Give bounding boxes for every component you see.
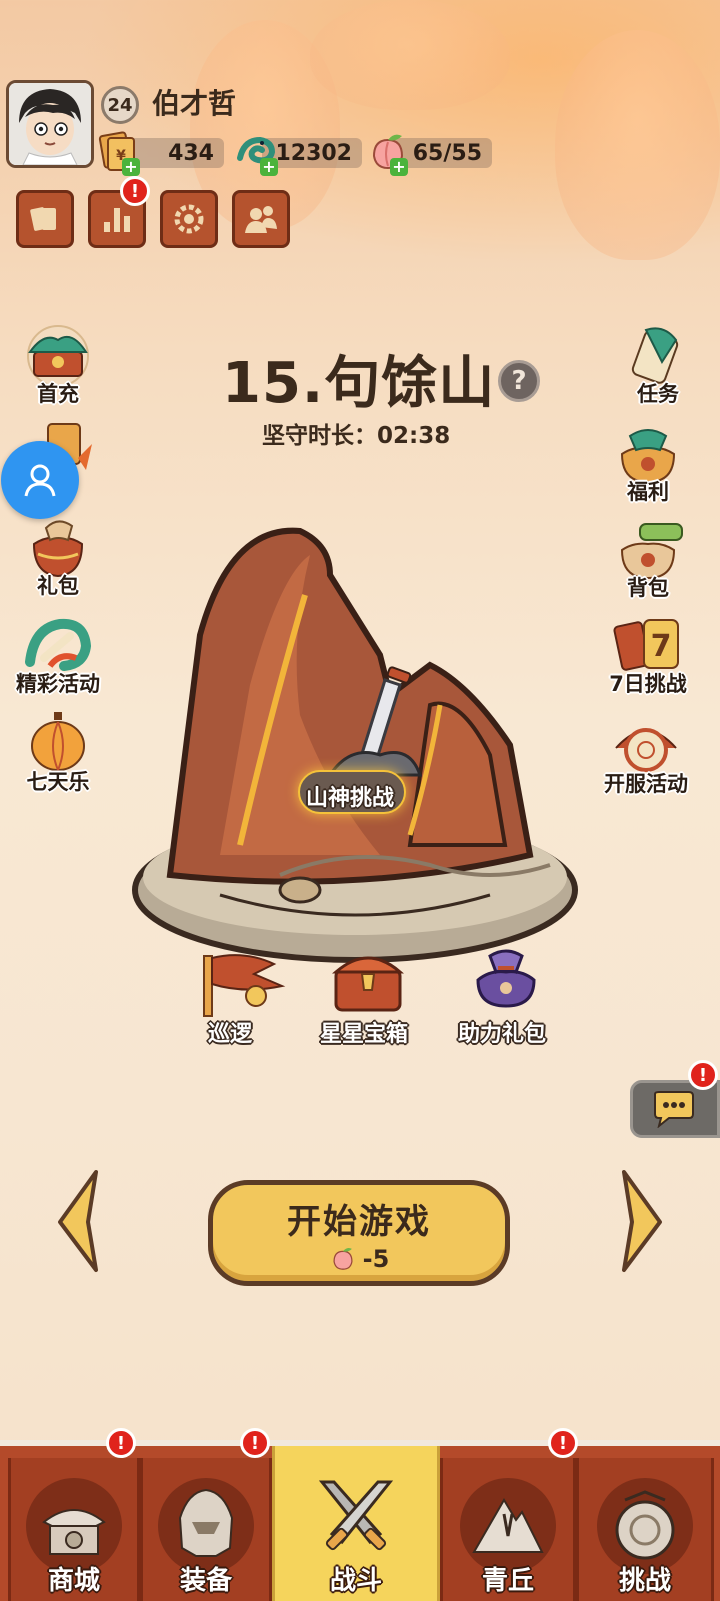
friends-icon	[245, 206, 277, 233]
qingqiu-notification-badge: !	[548, 1428, 578, 1458]
guard-time: 坚守时长：02:38	[262, 423, 451, 449]
tasks-button[interactable]: 任务	[610, 322, 706, 408]
welfare-button[interactable]: 福利	[600, 420, 696, 506]
crossed-swords-icon	[308, 1472, 404, 1568]
treasure-chest-icon	[332, 956, 404, 1012]
gift-bag-button[interactable]: 礼包	[10, 514, 106, 600]
backpack-label: 背包	[627, 576, 669, 600]
settings-button[interactable]	[160, 190, 218, 248]
first-recharge-button[interactable]: 首充	[10, 322, 106, 408]
svg-text:7: 7	[651, 629, 672, 664]
chevron-right-icon	[622, 1170, 662, 1272]
help-icon[interactable]: ?	[498, 360, 540, 402]
add-jade-icon[interactable]: +	[260, 158, 278, 176]
settings-icon	[174, 204, 204, 234]
nav-equipment[interactable]: 装备	[140, 1458, 272, 1601]
nav-battle[interactable]: 战斗	[272, 1446, 440, 1601]
mountain-challenge-label: 山神挑战	[306, 786, 395, 811]
stamina-cost-value: -5	[362, 1244, 390, 1273]
floating-user-button[interactable]	[1, 441, 79, 519]
nav-challenge[interactable]: 挑战	[576, 1458, 714, 1601]
bottom-navigation: 商城 装备 战斗 青丘 挑战 ! ! !	[0, 1428, 720, 1601]
seven-day-joy-label: 七天乐	[26, 770, 90, 794]
player-avatar[interactable]	[6, 80, 94, 168]
server-event-button[interactable]: 开服活动	[598, 712, 694, 798]
patrol-label: 巡逻	[208, 1022, 253, 1047]
nav-shop-label: 商城	[47, 1566, 100, 1596]
highlight-event-label: 精彩活动	[16, 672, 100, 696]
assist-gift-button[interactable]: 助力礼包	[454, 949, 558, 1047]
gift-bag-label: 礼包	[37, 574, 79, 598]
next-stage-arrow[interactable]	[614, 1166, 668, 1276]
flag-icon	[203, 954, 286, 1017]
seven-day-joy-button[interactable]: 七天乐	[10, 710, 106, 796]
start-game-button[interactable]: 开始游戏 -5	[208, 1180, 510, 1286]
chat-notification-badge: !	[688, 1060, 718, 1090]
seven-day-challenge-button[interactable]: 7 7日挑战	[600, 612, 696, 698]
star-chest-label: 星星宝箱	[320, 1022, 409, 1047]
add-coupon-icon[interactable]: +	[122, 158, 140, 176]
nav-shop[interactable]: 商城	[8, 1458, 140, 1601]
nav-equipment-label: 装备	[179, 1566, 232, 1596]
chat-bubble-icon	[654, 1091, 694, 1128]
equipment-notification-badge: !	[240, 1428, 270, 1458]
nav-qingqiu-label: 青丘	[481, 1566, 534, 1596]
player-name: 伯才哲	[152, 87, 237, 120]
previous-stage-arrow[interactable]	[52, 1166, 106, 1276]
card-button[interactable]	[16, 190, 74, 248]
stage-title: 15.句馀山	[222, 351, 496, 416]
star-chest-button[interactable]: 星星宝箱	[314, 950, 424, 1047]
tasks-label: 任务	[637, 382, 679, 406]
coupon-amount: 434	[168, 140, 214, 166]
seven-day-challenge-label: 7日挑战	[609, 672, 687, 696]
friends-button[interactable]	[232, 190, 290, 248]
jade-amount: 12302	[275, 140, 352, 166]
stats-icon	[104, 208, 130, 232]
server-event-label: 开服活动	[604, 772, 688, 796]
shop-notification-badge: !	[106, 1428, 136, 1458]
nav-challenge-label: 挑战	[618, 1566, 671, 1596]
stamina-amount: 65/55	[412, 140, 482, 166]
background-lantern	[555, 30, 720, 260]
player-level-badge: 24	[101, 86, 139, 124]
nav-qingqiu[interactable]: 青丘	[440, 1458, 576, 1601]
backpack-button[interactable]: 背包	[600, 516, 696, 602]
assist-gift-label: 助力礼包	[458, 1022, 547, 1047]
peach-icon	[333, 1247, 353, 1270]
stats-notification-badge: !	[120, 176, 150, 206]
card-icon	[30, 207, 56, 231]
user-icon	[24, 464, 56, 497]
background-lantern	[310, 0, 510, 110]
first-recharge-label: 首充	[37, 382, 79, 406]
start-game-label: 开始游戏	[287, 1201, 431, 1242]
add-stamina-icon[interactable]: +	[390, 158, 408, 176]
patrol-button[interactable]: 巡逻	[190, 950, 290, 1047]
welfare-label: 福利	[627, 480, 669, 504]
highlight-event-button[interactable]: 精彩活动	[10, 612, 106, 698]
nav-battle-label: 战斗	[329, 1566, 382, 1596]
purple-bag-icon	[476, 949, 536, 1008]
stamina-cost: -5	[329, 1244, 390, 1273]
chevron-left-icon	[58, 1170, 98, 1272]
